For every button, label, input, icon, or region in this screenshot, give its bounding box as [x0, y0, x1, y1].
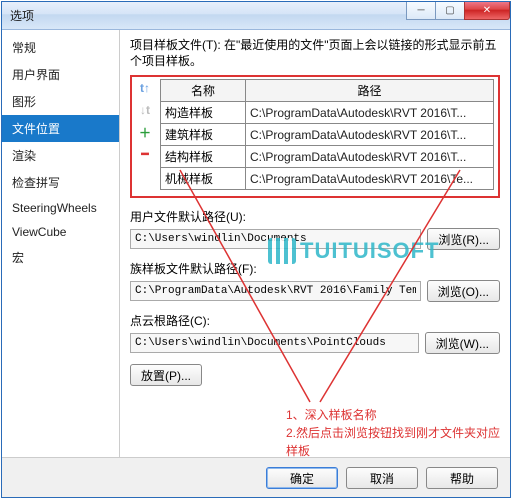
minimize-button[interactable]: ─: [406, 2, 436, 20]
dialog-footer: 确定 取消 帮助: [2, 457, 510, 497]
family-path-browse-button[interactable]: 浏览(O)...: [427, 280, 500, 302]
table-row[interactable]: 结构样板C:\ProgramData\Autodesk\RVT 2016\T..…: [161, 146, 494, 168]
cloud-path-browse-button[interactable]: 浏览(W)...: [425, 332, 500, 354]
help-button[interactable]: 帮助: [426, 467, 498, 489]
sidebar-item-steeringwheels[interactable]: SteeringWheels: [2, 196, 119, 220]
annotation-line2: 2.然后点击浏览按钮找到刚才文件夹对应样板: [286, 424, 510, 457]
template-table-area: t↑ ↓t ＋ ━ 名称 路径 构造样板C:\ProgramData\Autod…: [130, 75, 500, 198]
family-path-group: 族样板文件默认路径(F): 浏览(O)...: [130, 260, 500, 302]
cloud-path-group: 点云根路径(C): 浏览(W)...: [130, 312, 500, 354]
cloud-path-input[interactable]: [130, 333, 419, 353]
cloud-path-label: 点云根路径(C):: [130, 312, 500, 329]
sidebar: 常规 用户界面 图形 文件位置 渲染 检查拼写 SteeringWheels V…: [2, 30, 120, 457]
table-row[interactable]: 构造样板C:\ProgramData\Autodesk\RVT 2016\T..…: [161, 102, 494, 124]
col-path[interactable]: 路径: [246, 80, 494, 102]
remove-icon[interactable]: ━: [138, 147, 152, 161]
sidebar-item-spellcheck[interactable]: 检查拼写: [2, 169, 119, 196]
places-group: 放置(P)...: [130, 364, 500, 386]
user-path-browse-button[interactable]: 浏览(R)...: [427, 228, 500, 250]
user-path-input[interactable]: [130, 229, 421, 249]
add-icon[interactable]: ＋: [138, 125, 152, 139]
window-buttons: ─ ▢ ✕: [407, 2, 510, 20]
sidebar-item-file-locations[interactable]: 文件位置: [2, 115, 119, 142]
annotation-line1: 1、深入样板名称: [286, 406, 510, 424]
sidebar-item-render[interactable]: 渲染: [2, 142, 119, 169]
cancel-button[interactable]: 取消: [346, 467, 418, 489]
maximize-button[interactable]: ▢: [435, 2, 465, 20]
titlebar[interactable]: 选项 ─ ▢ ✕: [2, 2, 510, 30]
move-up-icon[interactable]: t↑: [138, 81, 152, 95]
ok-button[interactable]: 确定: [266, 467, 338, 489]
user-path-group: 用户文件默认路径(U): 浏览(R)...: [130, 208, 500, 250]
dialog-body: 常规 用户界面 图形 文件位置 渲染 检查拼写 SteeringWheels V…: [2, 30, 510, 457]
options-dialog: 选项 ─ ▢ ✕ 常规 用户界面 图形 文件位置 渲染 检查拼写 Steerin…: [1, 1, 511, 498]
table-side-buttons: t↑ ↓t ＋ ━: [138, 81, 152, 161]
move-down-icon[interactable]: ↓t: [138, 103, 152, 117]
user-path-label: 用户文件默认路径(U):: [130, 208, 500, 225]
template-description: 项目样板文件(T): 在"最近使用的文件"页面上会以链接的形式显示前五个项目样板…: [130, 38, 500, 69]
family-path-input[interactable]: [130, 281, 421, 301]
sidebar-item-viewcube[interactable]: ViewCube: [2, 220, 119, 244]
sidebar-item-ui[interactable]: 用户界面: [2, 61, 119, 88]
annotation-text: 1、深入样板名称 2.然后点击浏览按钮找到刚才文件夹对应样板: [286, 406, 510, 457]
sidebar-item-macros[interactable]: 宏: [2, 244, 119, 271]
sidebar-item-general[interactable]: 常规: [2, 34, 119, 61]
main-panel: 项目样板文件(T): 在"最近使用的文件"页面上会以链接的形式显示前五个项目样板…: [120, 30, 510, 457]
places-button[interactable]: 放置(P)...: [130, 364, 202, 386]
window-title: 选项: [10, 7, 34, 24]
table-row[interactable]: 建筑样板C:\ProgramData\Autodesk\RVT 2016\T..…: [161, 124, 494, 146]
sidebar-item-graphics[interactable]: 图形: [2, 88, 119, 115]
close-button[interactable]: ✕: [464, 2, 510, 20]
table-row[interactable]: 机械样板C:\ProgramData\Autodesk\RVT 2016\Te.…: [161, 168, 494, 190]
template-table[interactable]: 名称 路径 构造样板C:\ProgramData\Autodesk\RVT 20…: [160, 79, 494, 190]
col-name[interactable]: 名称: [161, 80, 246, 102]
family-path-label: 族样板文件默认路径(F):: [130, 260, 500, 277]
